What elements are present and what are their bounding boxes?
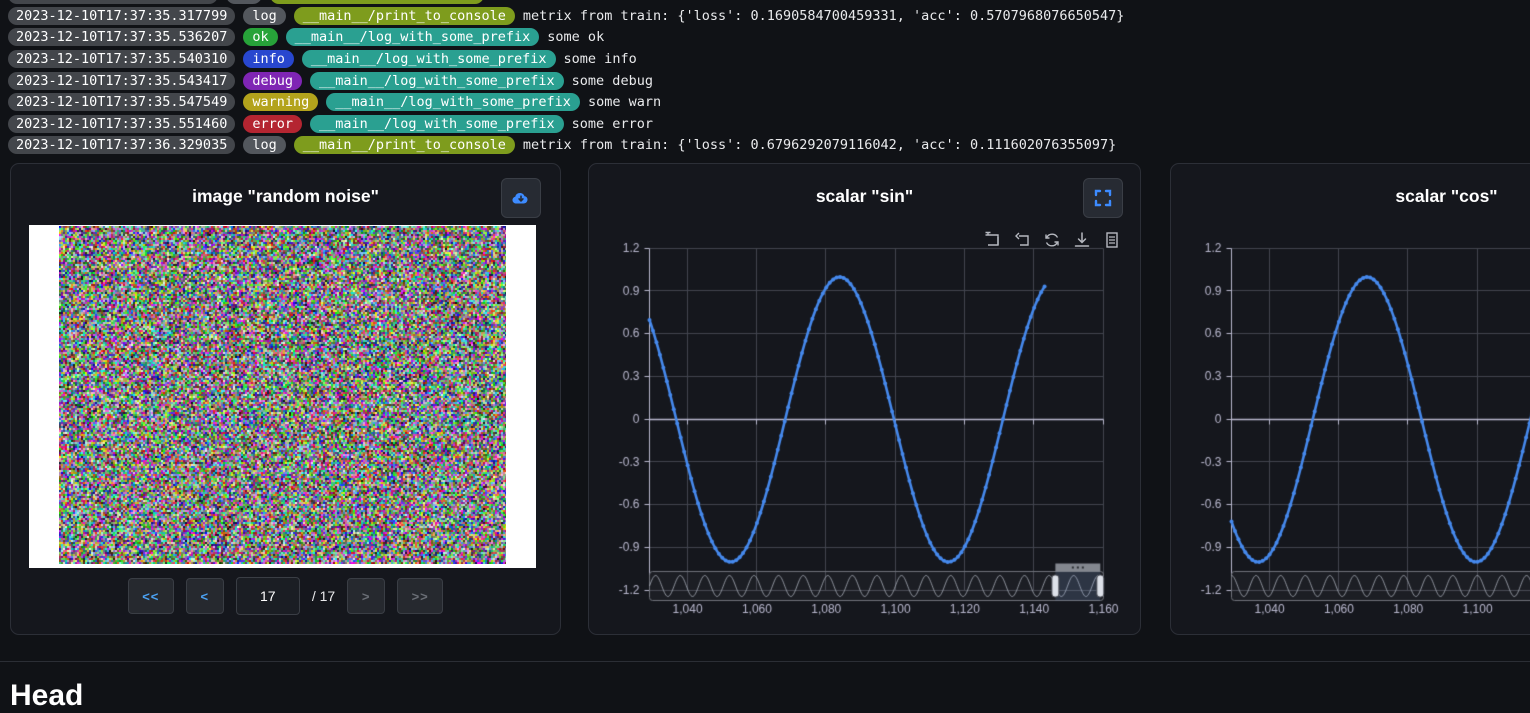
prefix-badge: __main__/log_with_some_prefix [310, 72, 564, 90]
prefix-badge: __main__/log_with_some_prefix [326, 93, 580, 111]
prefix-badge: __main__/log_with_some_prefix [310, 115, 564, 133]
prev-page-button[interactable]: < [186, 578, 224, 614]
log-section: 2023-12-10T17:37:35.317799 log __main__/… [8, 0, 1530, 156]
timestamp-badge: 2023-12-10T17:37:36.329035 [8, 136, 235, 154]
restore-icon[interactable] [1037, 230, 1067, 250]
last-page-button[interactable]: >> [397, 578, 443, 614]
log-message: metrix from train: {'loss': 0.6796292079… [523, 137, 1116, 153]
page-total-label: / 17 [312, 588, 335, 604]
log-row: 2023-12-10T17:37:35.317799 log __main__/… [8, 5, 1530, 27]
zoom-reset-icon[interactable] [1007, 230, 1037, 250]
card-title: image "random noise" [11, 186, 560, 207]
data-view-icon[interactable] [1097, 230, 1127, 250]
prefix-badge [270, 0, 484, 4]
log-row: 2023-12-10T17:37:36.329035 log __main__/… [8, 135, 1530, 157]
log-message: some warn [588, 94, 661, 110]
chart-toolbox [977, 230, 1127, 250]
timestamp-badge: 2023-12-10T17:37:35.551460 [8, 115, 235, 133]
level-badge: info [243, 50, 294, 68]
log-message: metrix from train: {'loss': 0.1690584700… [523, 8, 1124, 24]
timestamp-badge: 2023-12-10T17:37:35.543417 [8, 72, 235, 90]
image-frame [29, 225, 536, 568]
noise-image [59, 226, 506, 564]
page-heading: Head [10, 679, 83, 713]
bottom-divider [0, 661, 1530, 662]
next-page-button[interactable]: > [347, 578, 385, 614]
timestamp-badge: 2023-12-10T17:37:35.536207 [8, 28, 235, 46]
level-badge: ok [243, 28, 277, 46]
log-row: 2023-12-10T17:37:35.536207 ok __main__/l… [8, 27, 1530, 49]
prefix-badge: __main__/log_with_some_prefix [302, 50, 556, 68]
prefix-badge: __main__/log_with_some_prefix [286, 28, 540, 46]
cos-chart-canvas[interactable] [1171, 164, 1530, 636]
timestamp-badge [8, 0, 218, 4]
log-row: 2023-12-10T17:37:35.540310 info __main__… [8, 48, 1530, 70]
zoom-select-icon[interactable] [977, 230, 1007, 250]
level-badge: error [243, 115, 302, 133]
log-message: some ok [547, 29, 604, 45]
level-badge: warning [243, 93, 318, 111]
level-badge: debug [243, 72, 302, 90]
log-message: some error [572, 116, 653, 132]
level-badge [226, 0, 262, 4]
timestamp-badge: 2023-12-10T17:37:35.547549 [8, 93, 235, 111]
cloud-download-icon [511, 188, 531, 208]
sin-chart-card: scalar "sin" [588, 163, 1141, 635]
level-badge: log [243, 7, 285, 25]
page: { "logs": { "partial": { "timestamp_colo… [0, 0, 1530, 697]
timestamp-badge: 2023-12-10T17:37:35.317799 [8, 7, 235, 25]
log-row: 2023-12-10T17:37:35.551460 error __main_… [8, 113, 1530, 135]
prefix-badge: __main__/print_to_console [294, 136, 515, 154]
log-row: 2023-12-10T17:37:35.547549 warning __mai… [8, 91, 1530, 113]
log-row: 2023-12-10T17:37:35.543417 debug __main_… [8, 70, 1530, 92]
save-image-icon[interactable] [1067, 230, 1097, 250]
log-message: some debug [572, 73, 653, 89]
download-button[interactable] [501, 178, 541, 218]
prefix-badge: __main__/print_to_console [294, 7, 515, 25]
page-input[interactable] [236, 577, 300, 615]
timestamp-badge: 2023-12-10T17:37:35.540310 [8, 50, 235, 68]
first-page-button[interactable]: << [128, 578, 174, 614]
image-card: image "random noise" << < / 17 > >> [10, 163, 561, 635]
pagination: << < / 17 > >> [11, 577, 560, 615]
level-badge: log [243, 136, 285, 154]
cos-chart-card: scalar "cos" [1170, 163, 1530, 635]
log-message: some info [564, 51, 637, 67]
